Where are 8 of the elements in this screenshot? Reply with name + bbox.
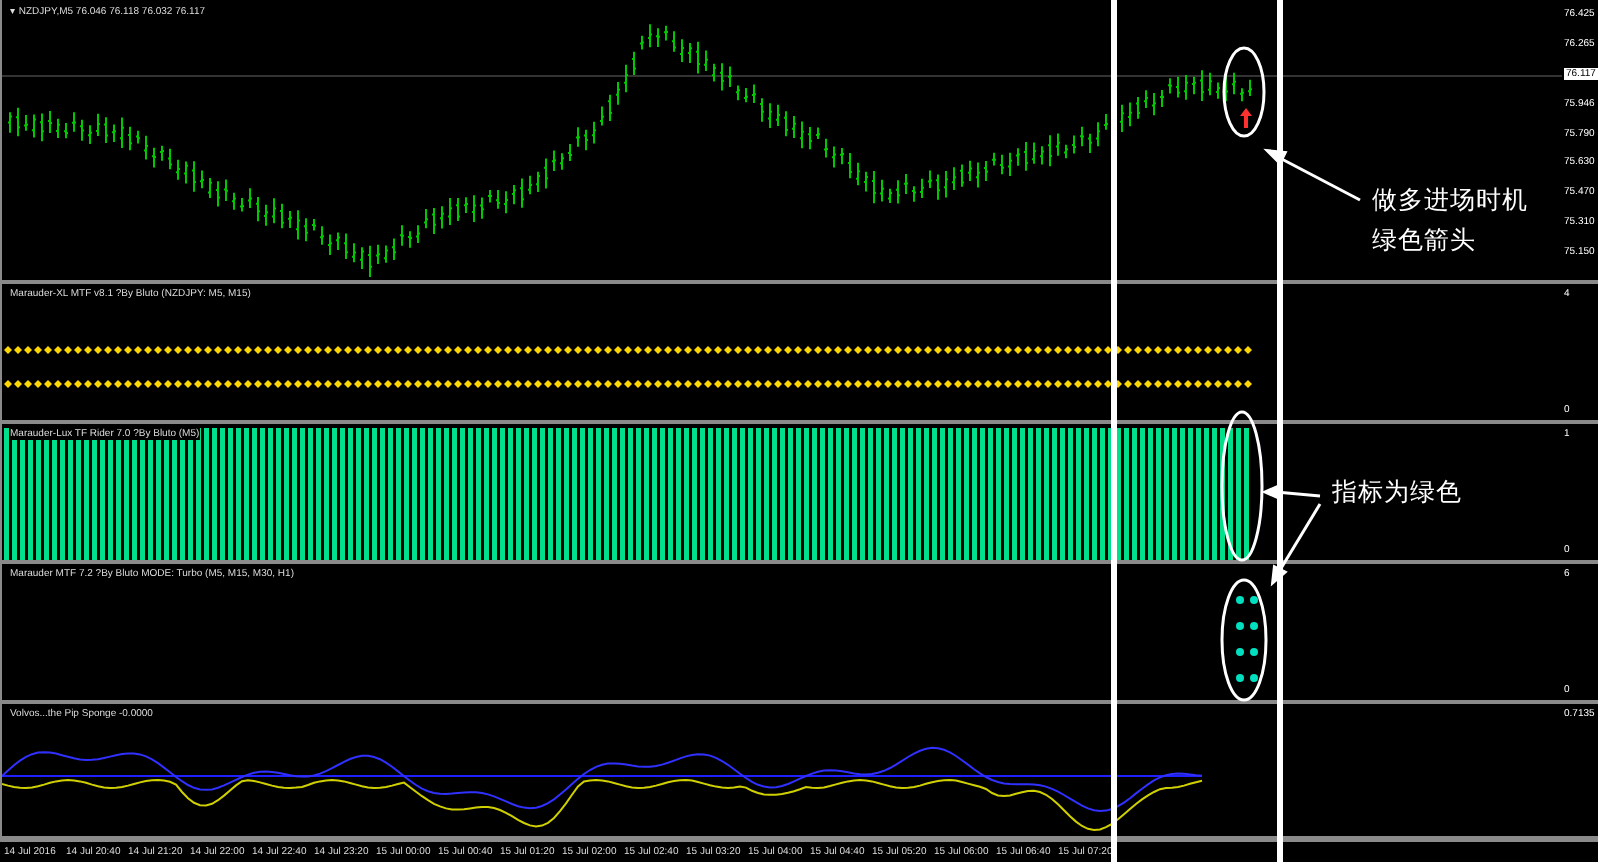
pointer-arrow xyxy=(1263,148,1361,202)
annotation-text: 指标为绿色 xyxy=(1332,476,1462,510)
annotation-text: 绿色箭头 xyxy=(1372,224,1478,258)
signal-dots-drawing xyxy=(1236,596,1258,682)
annotation-text: 做多进场时机 xyxy=(1372,184,1528,218)
highlight-ellipse xyxy=(1220,578,1268,702)
up-arrow-icon xyxy=(1240,108,1252,128)
highlight-ellipse xyxy=(1222,46,1266,138)
